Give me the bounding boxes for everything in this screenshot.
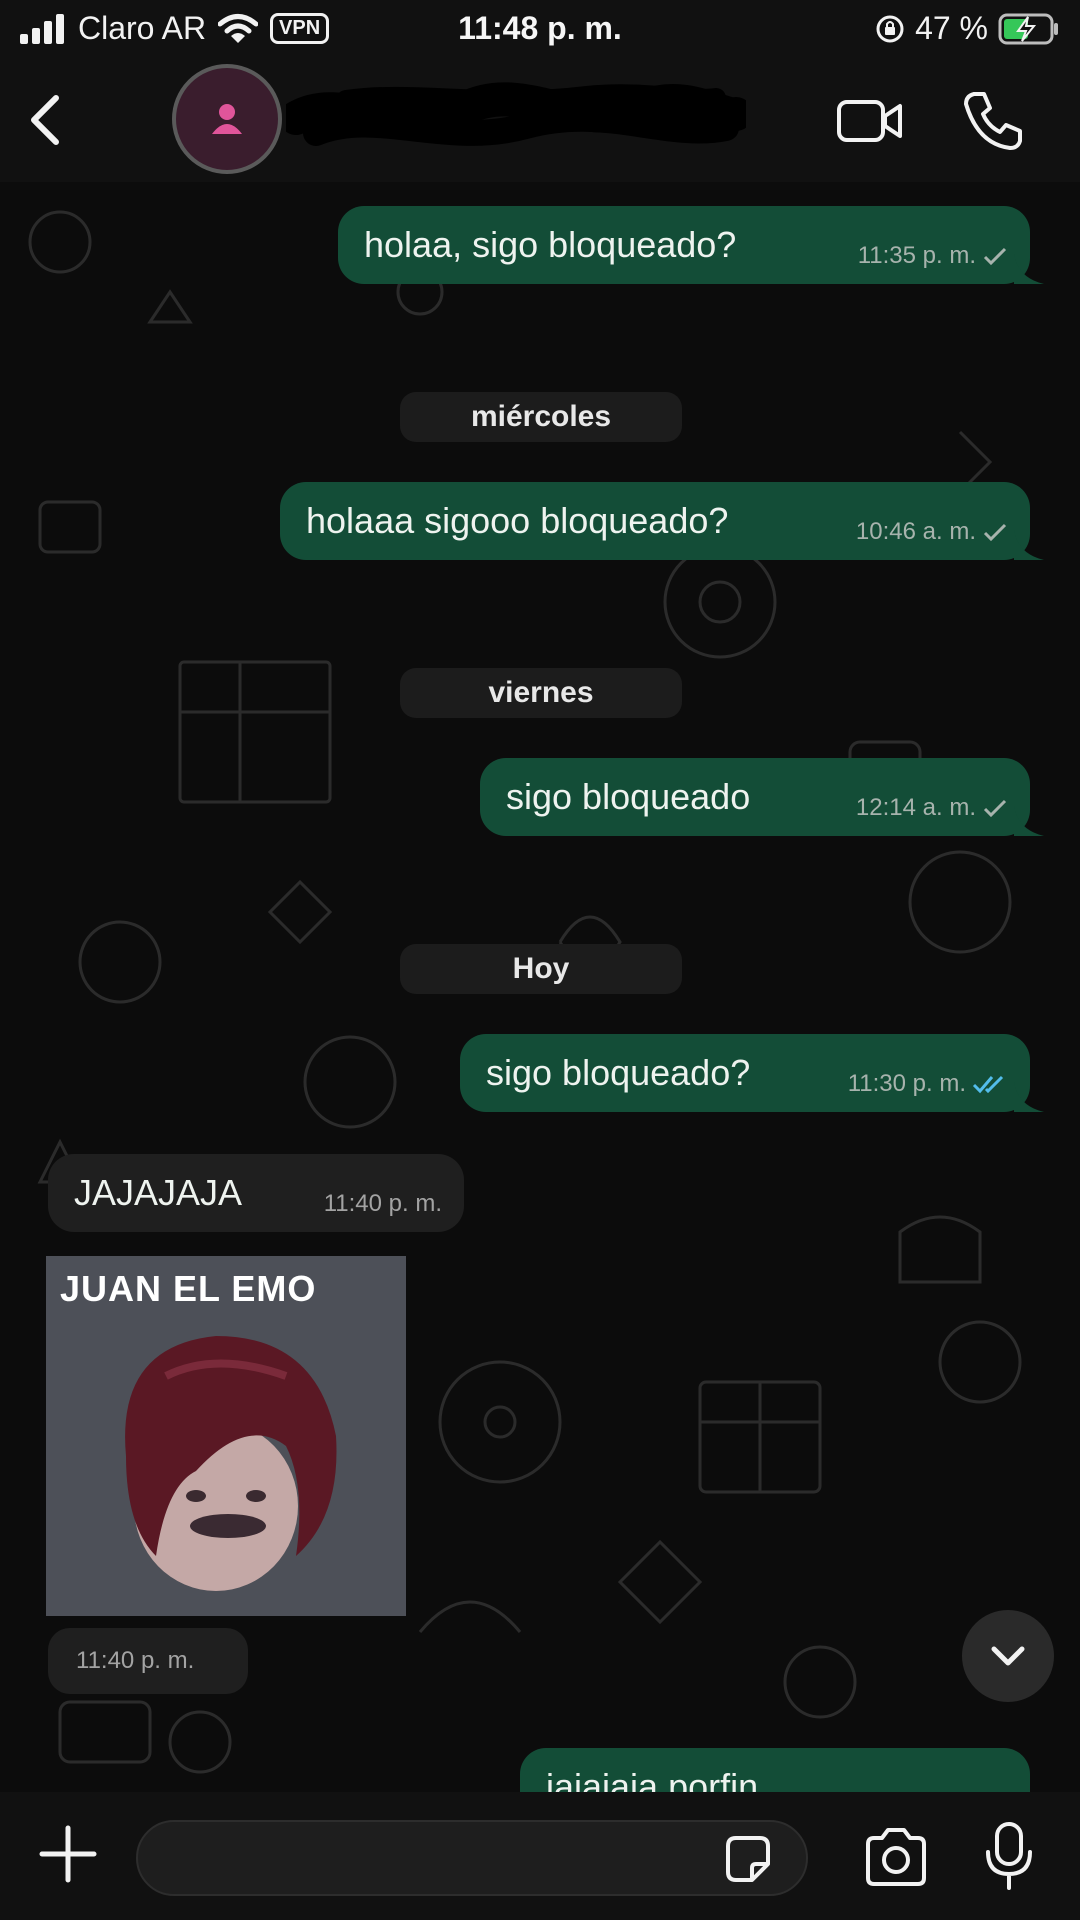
plus-icon[interactable] bbox=[36, 1822, 100, 1886]
message-input[interactable] bbox=[136, 1820, 808, 1896]
message-meta: 11:40 p. m. bbox=[324, 1190, 442, 1218]
message-meta: 10:46 a. m. bbox=[856, 518, 1008, 546]
message-meta: 11:30 p. m. bbox=[848, 1070, 1008, 1098]
sticker-time: 11:40 p. m. bbox=[48, 1628, 248, 1694]
back-chevron-icon[interactable] bbox=[18, 90, 78, 150]
message-text: sigo bloqueado? bbox=[486, 1052, 751, 1093]
bubble-tail bbox=[1014, 1082, 1044, 1112]
sticker-image[interactable]: JUAN EL EMO bbox=[46, 1256, 406, 1616]
phone-icon[interactable] bbox=[960, 88, 1026, 154]
message-outgoing[interactable]: holaaa sigooo bloqueado? 10:46 a. m. bbox=[280, 482, 1044, 560]
message-text: JAJAJAJA bbox=[74, 1172, 243, 1213]
date-separator: miércoles bbox=[400, 392, 682, 442]
camera-icon[interactable] bbox=[862, 1826, 930, 1888]
video-call-icon[interactable] bbox=[836, 96, 904, 146]
status-bar: Claro AR VPN 11:48 p. m. 47 % bbox=[0, 0, 1080, 60]
message-time: 11:30 p. m. bbox=[847, 1070, 966, 1097]
chat-area[interactable]: holaa, sigo bloqueado? 11:35 p. m. miérc… bbox=[0, 182, 1080, 1792]
avatar-person-icon bbox=[212, 104, 242, 134]
message-time: 11:35 p. m. bbox=[857, 242, 976, 269]
emo-face-image bbox=[125, 1336, 337, 1591]
message-time: 10:46 a. m. bbox=[855, 518, 976, 545]
scroll-down-button[interactable] bbox=[962, 1610, 1054, 1702]
sticker-icon[interactable] bbox=[720, 1832, 776, 1888]
battery-charging-icon bbox=[998, 13, 1058, 44]
single-check-icon bbox=[983, 799, 1007, 818]
date-separator: Hoy bbox=[400, 944, 682, 994]
status-right: 47 % bbox=[875, 10, 1060, 47]
message-time: 11:40 p. m. bbox=[323, 1190, 442, 1217]
message-outgoing[interactable]: sigo bloqueado 12:14 a. m. bbox=[480, 758, 1044, 836]
message-meta: 12:14 a. m. bbox=[856, 794, 1008, 822]
message-text: holaa, sigo bloqueado? bbox=[364, 224, 737, 265]
double-check-read-icon bbox=[972, 1075, 1004, 1094]
chevron-down-icon bbox=[991, 1646, 1025, 1666]
message-incoming[interactable]: JAJAJAJA 11:40 p. m. bbox=[48, 1154, 464, 1232]
date-separator: viernes bbox=[400, 668, 682, 718]
message-time: 12:14 a. m. bbox=[855, 794, 976, 821]
bubble-tail bbox=[1014, 806, 1044, 836]
message-meta: 11:35 p. m. bbox=[858, 242, 1008, 270]
message-text: holaaa sigooo bloqueado? bbox=[306, 500, 729, 541]
bubble-tail bbox=[1014, 530, 1044, 560]
composer-bar bbox=[0, 1792, 1080, 1920]
bubble-tail bbox=[1014, 254, 1044, 284]
contact-name-redacted[interactable] bbox=[286, 78, 746, 158]
rotation-lock-icon bbox=[876, 15, 904, 42]
message-outgoing[interactable]: sigo bloqueado? 11:30 p. m. bbox=[460, 1034, 1044, 1112]
chat-header bbox=[0, 60, 1080, 182]
message-text: jajajaja porfin bbox=[546, 1766, 759, 1792]
single-check-icon bbox=[983, 247, 1007, 266]
battery-percent: 47 % bbox=[915, 10, 988, 46]
message-text: sigo bloqueado bbox=[506, 776, 751, 817]
microphone-icon[interactable] bbox=[980, 1820, 1038, 1892]
message-outgoing-partial[interactable]: jajajaja porfin bbox=[520, 1748, 1030, 1792]
single-check-icon bbox=[983, 523, 1007, 542]
message-outgoing[interactable]: holaa, sigo bloqueado? 11:35 p. m. bbox=[338, 206, 1044, 284]
avatar[interactable] bbox=[172, 64, 282, 174]
